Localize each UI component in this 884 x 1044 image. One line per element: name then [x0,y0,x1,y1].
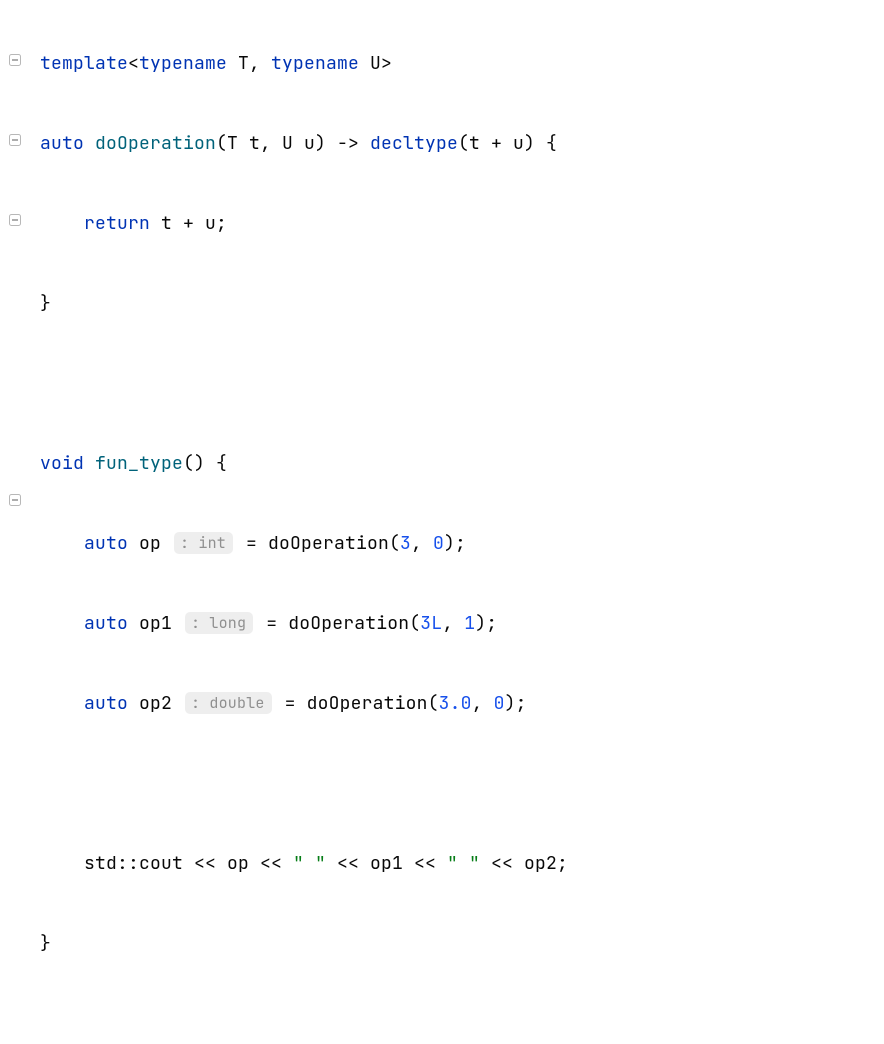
keyword-void: void [40,452,84,475]
equals: = [255,612,288,635]
keyword-decltype: decltype [370,132,458,155]
text: (t + u) { [458,132,557,155]
code-line: auto doOperation(T t, U u) -> decltype(t… [40,124,884,164]
code-editor: template<typename T, typename U> auto do… [0,0,884,546]
number: 3 [400,532,411,555]
params: (T t, U u) -> [216,132,370,155]
equals: = [235,532,268,555]
space [84,132,95,155]
number: 3.0 [439,692,472,715]
function-name: doOperation [95,132,216,155]
keyword-typename: typename [271,52,359,75]
keyword-auto: auto [40,132,84,155]
call: doOperation( [288,612,420,635]
close-brace: } [40,292,51,315]
type-hint[interactable]: : int [174,532,233,554]
function-name: fun_type [95,452,183,475]
template-param: T [227,52,249,75]
code-line: } [40,284,884,324]
blank-line [40,764,884,804]
code-line: return t + u; [40,204,884,244]
close: ); [475,612,497,635]
comma: , [442,612,464,635]
code-line: auto op2 : double = doOperation(3.0, 0); [40,684,884,724]
expr: std::cout << op << [84,852,293,875]
var-name: op2 [128,692,183,715]
call: doOperation( [268,532,400,555]
call: doOperation( [307,692,439,715]
indent [40,692,84,715]
fold-expanded-icon[interactable] [9,214,21,226]
type-hint[interactable]: : double [185,692,272,714]
comma: , [411,532,433,555]
number: 0 [433,532,444,555]
code-line: void fun_type() { [40,444,884,484]
expr: t + u; [150,212,227,235]
code-area[interactable]: template<typename T, typename U> auto do… [28,0,884,546]
code-line: template<typename T, typename U> [40,44,884,84]
template-param: U [359,52,381,75]
keyword-typename: typename [139,52,227,75]
indent [40,212,84,235]
text: () { [183,452,227,475]
blank-line [40,364,884,404]
fold-collapse-icon[interactable] [9,134,21,146]
comma: , [249,52,271,75]
string: " " [293,852,326,875]
comma: , [472,692,494,715]
keyword-auto: auto [84,532,128,555]
type-hint[interactable]: : long [185,612,253,634]
space [84,452,95,475]
keyword-return: return [84,212,150,235]
gutter [0,0,28,546]
expr: << op2; [480,852,568,875]
code-line: auto op1 : long = doOperation(3L, 1); [40,604,884,644]
indent [40,612,84,635]
angle-open: < [128,52,139,75]
code-line: std::cout << op << " " << op1 << " " << … [40,844,884,884]
string: " " [447,852,480,875]
close-brace: } [40,932,51,955]
keyword-template: template [40,52,128,75]
angle-close: > [381,52,392,75]
var-name: op [128,532,172,555]
number: 3L [420,612,442,635]
code-line: } [40,924,884,964]
indent [40,532,84,555]
indent [40,852,84,875]
close: ); [505,692,527,715]
var-name: op1 [128,612,183,635]
number: 0 [494,692,505,715]
number: 1 [464,612,475,635]
keyword-auto: auto [84,692,128,715]
code-line: auto op : int = doOperation(3, 0); [40,524,884,564]
fold-collapse-icon[interactable] [9,494,21,506]
expr: << op1 << [326,852,447,875]
keyword-auto: auto [84,612,128,635]
equals: = [274,692,307,715]
close: ); [444,532,466,555]
fold-expanded-icon[interactable] [9,54,21,66]
